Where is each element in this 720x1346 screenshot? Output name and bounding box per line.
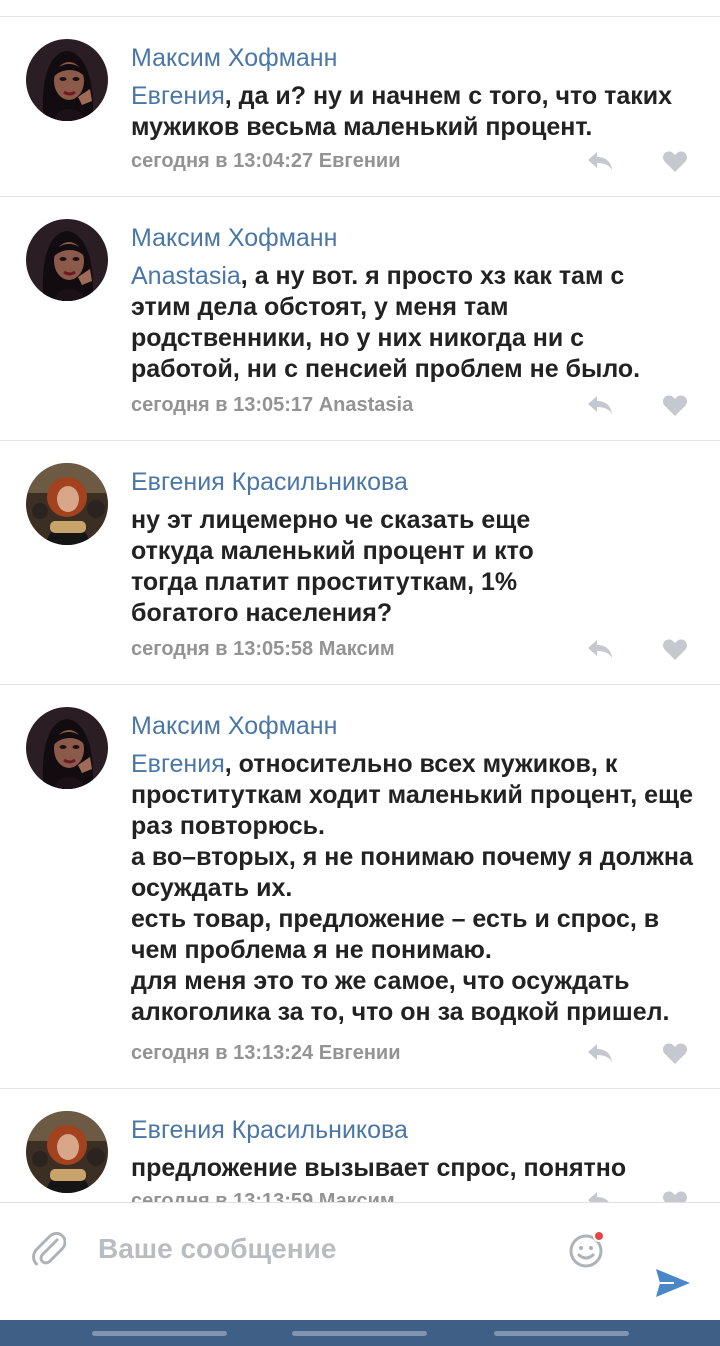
reply-icon[interactable]: [586, 1042, 614, 1064]
avatar[interactable]: [26, 707, 108, 789]
navigation-bar: [0, 1320, 720, 1346]
avatar-photo: [26, 1111, 108, 1193]
avatar-illustration: [26, 219, 108, 301]
heart-icon[interactable]: [662, 1189, 688, 1202]
comment-item: Максим Хофманн Евгения, относительно все…: [0, 685, 720, 1089]
comment-text: предложение вызывает спрос, понятно: [131, 1154, 627, 1182]
avatar-illustration: [26, 707, 108, 789]
reply-icon[interactable]: [586, 394, 614, 416]
comments-feed[interactable]: Максим Хофманн Евгения, да и? ну и начне…: [0, 0, 720, 1202]
comment-item: Максим Хофманн Евгения, да и? ну и начне…: [0, 17, 720, 197]
nav-handle[interactable]: [92, 1331, 227, 1336]
comment-item: Евгения Красильникова ну эт лицемерно че…: [0, 441, 720, 685]
heart-icon[interactable]: [662, 1041, 688, 1065]
send-icon[interactable]: [654, 1267, 692, 1299]
comment-item: Максим Хофманн Anastasia, а ну вот. я пр…: [0, 197, 720, 441]
comment-meta: сегодня в 13:05:58 Максим: [131, 638, 395, 660]
paperclip-icon[interactable]: [32, 1231, 66, 1267]
comment-author[interactable]: Максим Хофманн: [131, 43, 337, 73]
comment-author[interactable]: Максим Хофманн: [131, 223, 337, 253]
reply-icon[interactable]: [586, 638, 614, 660]
comment-meta: сегодня в 13:05:17 Anastasia: [131, 394, 414, 416]
avatar-photo: [26, 463, 108, 545]
reply-icon[interactable]: [586, 150, 614, 172]
avatar[interactable]: [26, 219, 108, 301]
comment-text: Anastasia, а ну вот. я просто хз как там…: [131, 262, 641, 383]
comment-meta: сегодня в 13:04:27 Евгении: [131, 150, 401, 172]
comment-text: Евгения, да и? ну и начнем с того, что т…: [131, 82, 673, 141]
heart-icon[interactable]: [662, 393, 688, 417]
heart-icon[interactable]: [662, 149, 688, 173]
reply-mention[interactable]: Евгения: [131, 750, 225, 778]
comment-text: ну эт лицемерно че сказать еще откуда ма…: [131, 506, 534, 627]
comment-text: Евгения, относительно всех мужиков, к пр…: [131, 750, 694, 1026]
message-composer: Ваше сообщение: [0, 1202, 720, 1320]
comment-meta: сегодня в 13:13:24 Евгении: [131, 1042, 401, 1064]
reply-icon[interactable]: [586, 1190, 614, 1202]
emoji-icon[interactable]: [568, 1229, 608, 1269]
avatar[interactable]: [26, 1111, 108, 1193]
reply-mention[interactable]: Anastasia: [131, 262, 241, 290]
avatar-illustration: [26, 39, 108, 121]
comment-author[interactable]: Евгения Красильникова: [131, 1115, 408, 1145]
comment-item: Евгения Красильникова предложение вызыва…: [0, 1089, 720, 1202]
avatar[interactable]: [26, 39, 108, 121]
nav-handle[interactable]: [494, 1331, 629, 1336]
heart-icon[interactable]: [662, 637, 688, 661]
avatar[interactable]: [26, 463, 108, 545]
comment-author[interactable]: Евгения Красильникова: [131, 467, 408, 497]
reply-mention[interactable]: Евгения: [131, 82, 225, 110]
comment-author[interactable]: Максим Хофманн: [131, 711, 337, 741]
comment-meta: сегодня в 13:13:59 Максим: [131, 1190, 395, 1202]
nav-handle[interactable]: [292, 1331, 427, 1336]
message-input[interactable]: Ваше сообщение: [98, 1231, 336, 1267]
